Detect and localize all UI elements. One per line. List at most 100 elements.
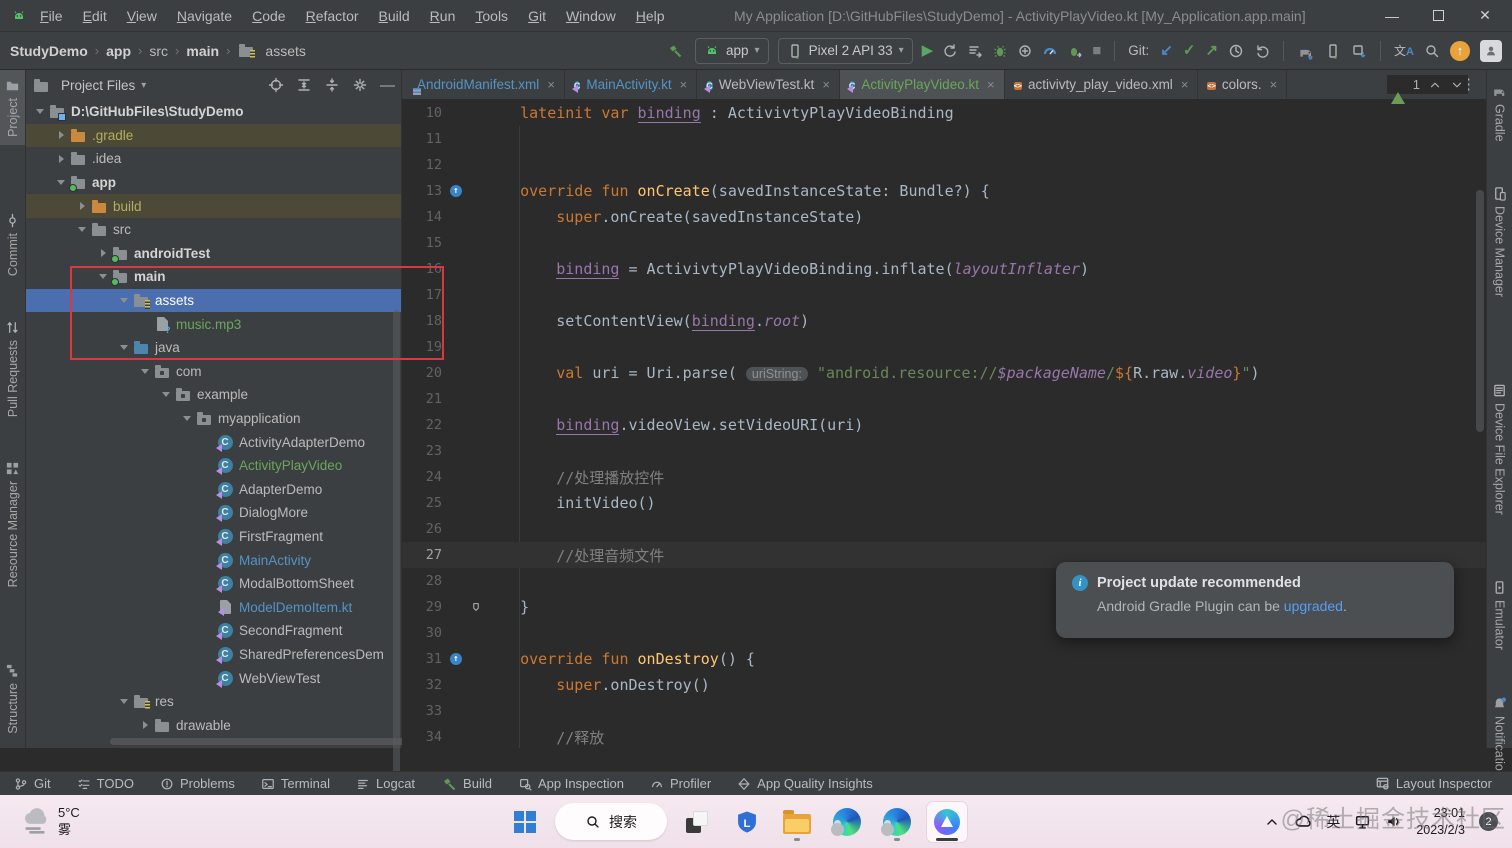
tree-item-dialogmore[interactable]: C DialogMore bbox=[26, 501, 401, 525]
toolwindow-layout-inspector[interactable]: Layout Inspector bbox=[1375, 776, 1492, 791]
tree-chevron-closed-icon[interactable] bbox=[95, 245, 111, 261]
menu-window[interactable]: Window bbox=[556, 8, 626, 24]
expand-all-icon[interactable] bbox=[296, 77, 312, 93]
hide-panel-icon[interactable]: — bbox=[380, 78, 395, 93]
toolwindow-app-quality-insights[interactable]: App Quality Insights bbox=[737, 776, 873, 792]
toolwindow-problems[interactable]: Problems bbox=[160, 776, 235, 792]
tree-chevron-open-icon[interactable] bbox=[32, 104, 48, 120]
tree-chevron-open-icon[interactable] bbox=[116, 694, 132, 710]
ide-upgrade-icon[interactable]: ↑ bbox=[1450, 40, 1470, 61]
stop-icon[interactable]: ■ bbox=[1092, 43, 1101, 58]
menu-code[interactable]: Code bbox=[242, 8, 295, 24]
tree-chevron-open-icon[interactable] bbox=[179, 411, 195, 427]
menu-refactor[interactable]: Refactor bbox=[296, 8, 369, 24]
toolwindow-build[interactable]: Build bbox=[441, 776, 492, 792]
tree-item-build[interactable]: build bbox=[26, 194, 401, 218]
project-horizontal-scrollbar[interactable] bbox=[110, 738, 410, 745]
taskbar-icon-edge-profile[interactable] bbox=[877, 802, 917, 842]
menu-tools[interactable]: Tools bbox=[465, 8, 518, 24]
maximize-button-icon[interactable] bbox=[1433, 10, 1444, 21]
previous-problem-icon[interactable] bbox=[1428, 78, 1442, 92]
taskbar-icon-start[interactable] bbox=[505, 802, 545, 842]
git-commit-icon[interactable]: ✓ bbox=[1183, 43, 1196, 58]
tree-item-androidtest[interactable]: androidTest bbox=[26, 242, 401, 266]
tree-chevron-open-icon[interactable] bbox=[74, 222, 90, 238]
taskbar-icon-android-studio[interactable] bbox=[927, 801, 967, 842]
sidebar-item-pull-requests[interactable]: Pull Requests bbox=[0, 312, 25, 425]
menu-git[interactable]: Git bbox=[518, 8, 556, 24]
toolwindow-git[interactable]: Git bbox=[14, 776, 51, 792]
tree-item-activityadapterdemo[interactable]: C ActivityAdapterDemo bbox=[26, 430, 401, 454]
breadcrumb-item-studydemo[interactable]: StudyDemo bbox=[10, 43, 88, 59]
sidebar-item-commit[interactable]: Commit bbox=[0, 205, 25, 284]
menu-view[interactable]: View bbox=[117, 8, 167, 24]
debug-icon[interactable] bbox=[992, 43, 1008, 59]
tree-item-mainactivity[interactable]: C MainActivity bbox=[26, 548, 401, 572]
taskbar-icon-edge[interactable] bbox=[827, 802, 867, 842]
breadcrumb-item-assets[interactable]: assets bbox=[237, 43, 306, 59]
toolwindow-todo[interactable]: TODO bbox=[77, 776, 134, 792]
overriding-method-icon[interactable]: ↑ bbox=[442, 185, 470, 197]
taskbar-icon-shield-app[interactable]: L bbox=[727, 802, 767, 842]
toolwindow-terminal[interactable]: Terminal bbox=[261, 776, 330, 792]
tree-item-modeldemoitem.kt[interactable]: ModelDemoItem.kt bbox=[26, 595, 401, 619]
fold-end-icon[interactable] bbox=[470, 601, 484, 613]
breadcrumb-item-main[interactable]: main bbox=[186, 43, 219, 59]
tree-chevron-closed-icon[interactable] bbox=[53, 127, 69, 143]
code-editor[interactable]: 10 lateinit var binding : ActivivtyPlayV… bbox=[402, 100, 1486, 748]
menu-navigate[interactable]: Navigate bbox=[167, 8, 242, 24]
tree-item-modalbottomsheet[interactable]: C ModalBottomSheet bbox=[26, 572, 401, 596]
tree-item-webviewtest[interactable]: C WebViewTest bbox=[26, 666, 401, 690]
sidebar-item-emulator[interactable]: Emulator bbox=[1487, 572, 1512, 658]
sdk-manager-icon[interactable] bbox=[1351, 43, 1367, 59]
git-rollback-icon[interactable] bbox=[1254, 43, 1270, 59]
onedrive-cloud-icon[interactable] bbox=[1294, 813, 1312, 831]
toolwindow-app-inspection[interactable]: App Inspection bbox=[518, 776, 624, 792]
sidebar-item-resource-manager[interactable]: Resource Manager bbox=[0, 453, 25, 595]
menu-run[interactable]: Run bbox=[420, 8, 466, 24]
run-configuration-select[interactable]: app ▾ bbox=[695, 37, 769, 64]
language-indicator[interactable]: 英 bbox=[1326, 812, 1340, 832]
collapse-all-icon[interactable] bbox=[324, 77, 340, 93]
settings-gear-icon[interactable] bbox=[352, 77, 368, 93]
git-history-icon[interactable] bbox=[1228, 43, 1244, 59]
taskbar-icon-file-explorer[interactable] bbox=[777, 802, 817, 842]
tab-close-icon[interactable]: × bbox=[987, 77, 995, 92]
sidebar-item-gradle[interactable]: Gradle bbox=[1487, 74, 1512, 150]
translate-icon[interactable]: 文A bbox=[1394, 42, 1414, 59]
profiler-gauge-icon[interactable] bbox=[1042, 43, 1058, 59]
sidebar-item-device-file-explorer[interactable]: Device File Explorer bbox=[1487, 375, 1512, 523]
tree-item-.idea[interactable]: .idea bbox=[26, 147, 401, 171]
taskbar-clock[interactable]: 23:01 2023/2/3 bbox=[1416, 805, 1465, 838]
tree-item-example[interactable]: example bbox=[26, 383, 401, 407]
tree-item-app[interactable]: app bbox=[26, 171, 401, 195]
editor-tab-webviewtest-kt[interactable]: C WebViewTest.kt × bbox=[697, 70, 840, 99]
tree-item-src[interactable]: src bbox=[26, 218, 401, 242]
inspections-widget[interactable]: 1 bbox=[1386, 75, 1468, 104]
tab-close-icon[interactable]: × bbox=[822, 77, 830, 92]
menu-file[interactable]: File bbox=[30, 8, 73, 24]
close-button-icon[interactable]: ✕ bbox=[1478, 7, 1492, 24]
tree-item-firstfragment[interactable]: C FirstFragment bbox=[26, 525, 401, 549]
tree-chevron-open-icon[interactable] bbox=[158, 387, 174, 403]
tree-item-.gradle[interactable]: .gradle bbox=[26, 123, 401, 148]
tab-close-icon[interactable]: × bbox=[1181, 77, 1189, 92]
overriding-method-icon[interactable]: ↑ bbox=[442, 653, 470, 665]
locate-target-icon[interactable] bbox=[268, 77, 284, 93]
gradle-sync-icon[interactable] bbox=[1297, 42, 1315, 60]
toolwindow-logcat[interactable]: Logcat bbox=[356, 776, 415, 792]
breadcrumb-item-app[interactable]: app bbox=[106, 43, 131, 59]
editor-scrollbar[interactable] bbox=[1476, 190, 1484, 432]
search-icon[interactable] bbox=[1424, 43, 1440, 59]
taskbar-search[interactable]: 搜索 bbox=[555, 803, 667, 840]
editor-tab-mainactivity-kt[interactable]: C MainActivity.kt × bbox=[565, 70, 698, 99]
device-manager-icon[interactable] bbox=[1325, 43, 1341, 59]
editor-tab-androidmanifest-xml[interactable]: AndroidManifest.xml × bbox=[402, 70, 565, 99]
minimize-button-icon[interactable]: — bbox=[1385, 8, 1399, 24]
network-icon[interactable] bbox=[1354, 813, 1371, 830]
project-vertical-scrollbar[interactable] bbox=[393, 310, 400, 780]
tree-item-res[interactable]: res bbox=[26, 690, 401, 714]
tab-close-icon[interactable]: × bbox=[1270, 77, 1278, 92]
editor-tab-colors-[interactable]: colors. × bbox=[1198, 70, 1288, 99]
sidebar-item-project[interactable]: Project bbox=[0, 70, 25, 145]
